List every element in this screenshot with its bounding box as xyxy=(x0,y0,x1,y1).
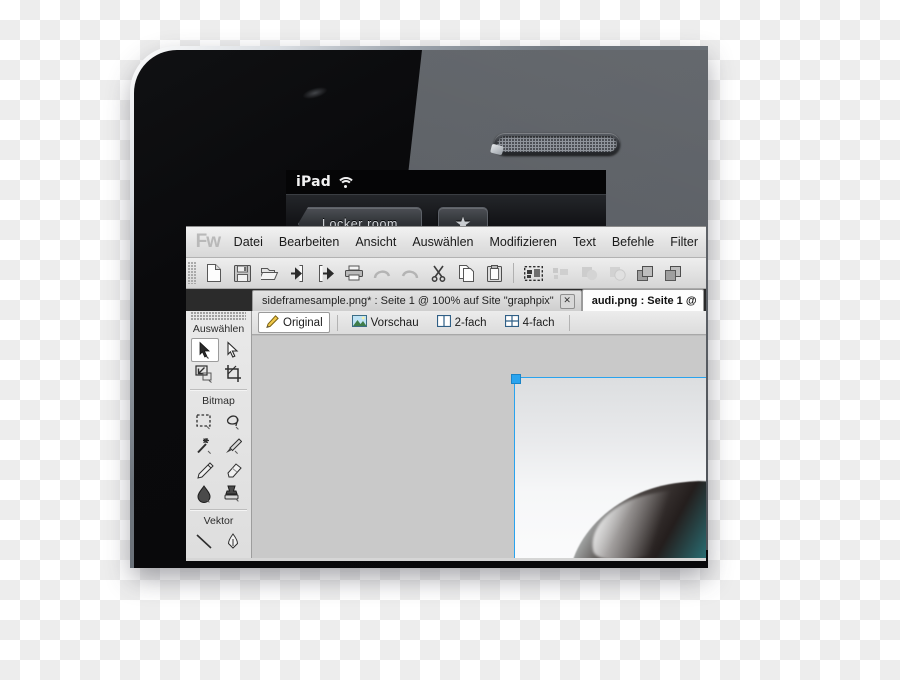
new-document-icon[interactable] xyxy=(200,260,228,286)
toolbar-separator xyxy=(513,263,514,283)
view-mode-bar: Original Vorschau 2-fach 4-fach xyxy=(252,311,706,335)
ios-status-bar: iPad xyxy=(286,170,606,194)
copy-icon[interactable] xyxy=(452,260,480,286)
select-behind-icon xyxy=(547,260,575,286)
redo-icon xyxy=(396,260,424,286)
tool-group-separator xyxy=(190,389,247,390)
fireworks-body: Auswählen Bitmap Vektor Original Vorscha… xyxy=(186,311,706,558)
tool-group-vektor xyxy=(186,530,251,554)
scale-tool-icon[interactable] xyxy=(191,362,219,386)
marquee-select-icon[interactable] xyxy=(519,260,547,286)
view-mode-label: 2-fach xyxy=(454,316,487,329)
tool-group-auswaehlen xyxy=(186,338,251,386)
menu-item-filter[interactable]: Filter xyxy=(662,231,706,253)
split-two-icon xyxy=(436,314,451,330)
menu-item-text[interactable]: Text xyxy=(565,231,604,253)
device-name-label: iPad xyxy=(296,174,331,190)
pointer-tool-icon[interactable] xyxy=(190,338,219,362)
fireworks-window: Fw Datei Bearbeiten Ansicht Auswählen Mo… xyxy=(186,226,706,561)
undo-icon xyxy=(368,260,396,286)
canvas-top-divider xyxy=(252,335,706,336)
bring-forward-icon[interactable] xyxy=(631,260,659,286)
tool-group-separator xyxy=(190,509,247,510)
document-tab-label: sideframesample.png* : Seite 1 @ 100% au… xyxy=(262,295,554,307)
toolbar-drag-handle[interactable] xyxy=(188,262,197,284)
fireworks-logo: Fw xyxy=(195,231,221,252)
menu-item-befehle[interactable]: Befehle xyxy=(604,231,662,253)
paste-icon[interactable] xyxy=(480,260,508,286)
tool-group-title-bitmap: Bitmap xyxy=(202,395,235,407)
menu-item-auswaehlen[interactable]: Auswählen xyxy=(404,231,481,253)
subtract-shapes-icon xyxy=(603,260,631,286)
blur-tool-icon[interactable] xyxy=(191,482,219,506)
close-icon[interactable]: ✕ xyxy=(559,293,575,309)
tools-panel-drag-handle[interactable] xyxy=(191,312,246,321)
canvas-column: Original Vorschau 2-fach 4-fach xyxy=(252,311,706,558)
menu-item-bearbeiten[interactable]: Bearbeiten xyxy=(271,231,347,253)
open-folder-icon[interactable] xyxy=(256,260,284,286)
view-mode-original[interactable]: Original xyxy=(258,312,330,333)
menu-item-ansicht[interactable]: Ansicht xyxy=(347,231,404,253)
save-icon[interactable] xyxy=(228,260,256,286)
tabstrip-spacer xyxy=(186,289,252,311)
rubber-stamp-tool-icon[interactable] xyxy=(219,482,247,506)
split-four-icon xyxy=(504,314,519,330)
cut-icon[interactable] xyxy=(424,260,452,286)
view-mode-label: Vorschau xyxy=(370,316,419,329)
document-tab-audi[interactable]: audi.png : Seite 1 @ xyxy=(581,289,704,311)
screen-smudge xyxy=(301,84,329,102)
document-tab-label: audi.png : Seite 1 @ xyxy=(591,294,697,307)
view-mode-vorschau[interactable]: Vorschau xyxy=(345,312,426,333)
line-tool-icon[interactable] xyxy=(191,530,219,554)
speaker-grille-icon xyxy=(490,133,620,156)
export-icon[interactable] xyxy=(312,260,340,286)
pencil-tool-icon[interactable] xyxy=(191,458,219,482)
main-toolbar xyxy=(186,258,706,289)
union-shapes-icon xyxy=(575,260,603,286)
viewbar-separator xyxy=(336,314,338,331)
crop-tool-icon[interactable] xyxy=(219,362,247,386)
pen-tool-icon[interactable] xyxy=(219,530,247,554)
print-icon[interactable] xyxy=(340,260,368,286)
pencil-icon xyxy=(265,314,279,331)
menu-bar: Fw Datei Bearbeiten Ansicht Auswählen Mo… xyxy=(186,227,706,258)
viewbar-separator xyxy=(568,314,570,331)
tool-group-bitmap xyxy=(186,410,251,506)
brush-tool-icon[interactable] xyxy=(219,434,247,458)
tools-panel: Auswählen Bitmap Vektor xyxy=(186,311,252,558)
eraser-tool-icon[interactable] xyxy=(219,458,247,482)
document-tab-strip: sideframesample.png* : Seite 1 @ 100% au… xyxy=(186,289,706,311)
marquee-tool-icon[interactable] xyxy=(191,410,219,434)
view-mode-2fach[interactable]: 2-fach xyxy=(430,312,494,333)
view-mode-4fach[interactable]: 4-fach xyxy=(498,312,562,333)
artboard-selection[interactable] xyxy=(511,374,706,558)
grille-mesh xyxy=(497,136,617,152)
view-mode-label: Original xyxy=(283,316,323,329)
selection-handle-nw[interactable] xyxy=(511,374,521,384)
car-highlight xyxy=(584,483,706,558)
audi-car-photo xyxy=(525,449,706,558)
view-mode-label: 4-fach xyxy=(522,316,555,329)
image-preview-icon xyxy=(351,315,367,330)
subselection-tool-icon[interactable] xyxy=(219,338,247,362)
tool-group-title-auswaehlen: Auswählen xyxy=(192,323,245,335)
ipad-photo: iPad Locker room ★ Fw Datei Bearbeiten A… xyxy=(86,28,708,568)
document-canvas[interactable] xyxy=(252,335,706,558)
document-tab-sideframesample[interactable]: sideframesample.png* : Seite 1 @ 100% au… xyxy=(252,290,582,311)
tool-group-title-vektor: Vektor xyxy=(203,515,234,527)
lasso-tool-icon[interactable] xyxy=(219,410,247,434)
wifi-icon xyxy=(336,176,356,188)
magic-wand-tool-icon[interactable] xyxy=(191,434,219,458)
send-backward-icon[interactable] xyxy=(659,260,687,286)
menu-item-modifizieren[interactable]: Modifizieren xyxy=(481,231,564,253)
import-icon[interactable] xyxy=(284,260,312,286)
menu-item-datei[interactable]: Datei xyxy=(226,231,271,253)
